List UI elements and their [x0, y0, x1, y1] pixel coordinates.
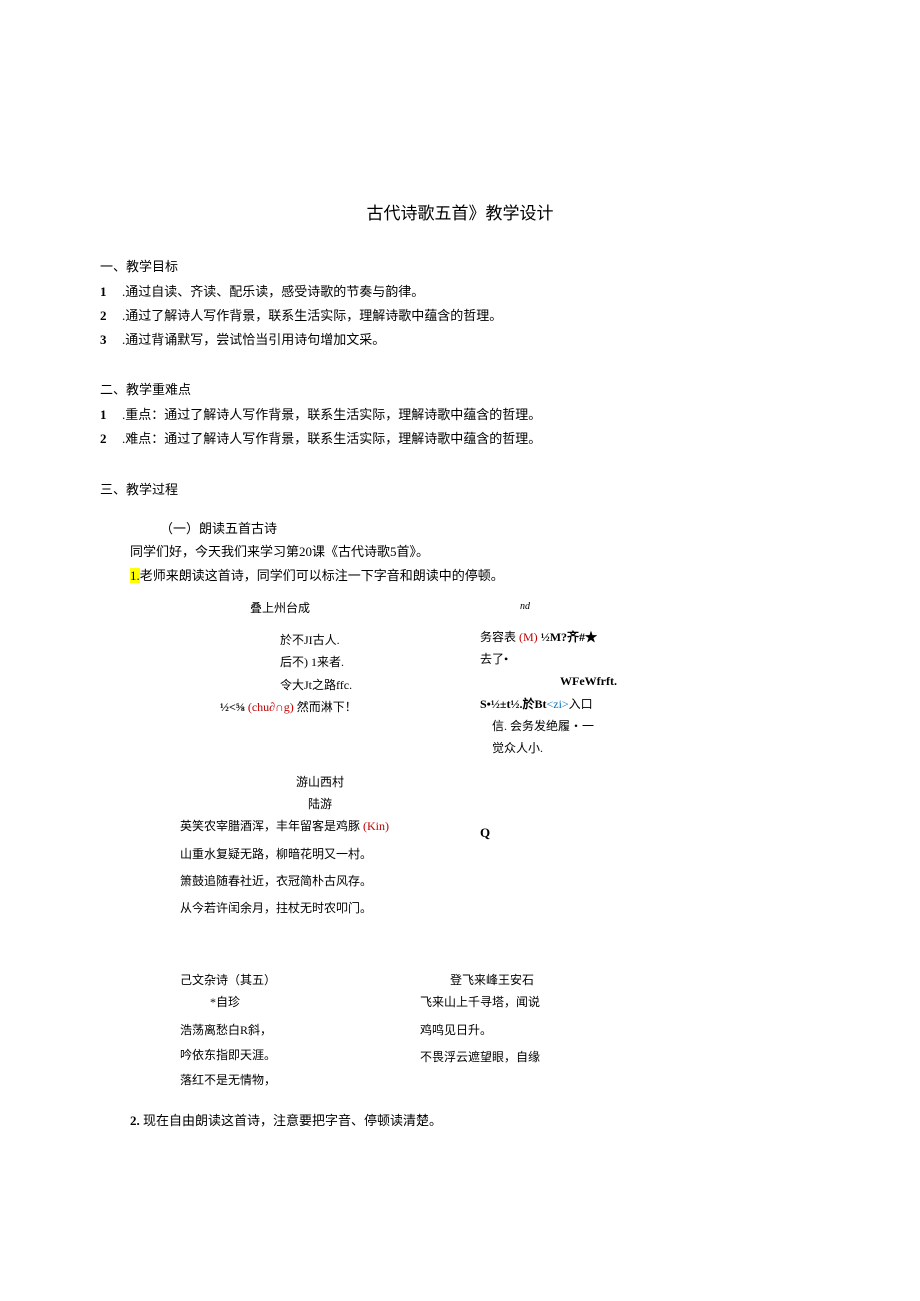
num: 1	[100, 282, 114, 303]
num: 1	[100, 405, 114, 426]
s2-item-2: 2 .难点：通过了解诗人写作背景，联系生活实际，理解诗歌中蕴含的哲理。	[100, 429, 820, 450]
poem-b-nd: nd	[480, 599, 680, 615]
poem-b-l4: S•½±t½.於Bt<zi>入口	[480, 695, 680, 714]
poem-d: 己文杂诗（其五） *自珍 浩荡离愁白R斜， 吟依东指即天涯。 落红不是无情物，	[180, 971, 340, 1093]
text: .重点：通过了解诗人写作背景，联系生活实际，理解诗歌中蕴含的哲理。	[122, 405, 541, 426]
poem-a-l1: 於不JI古人.	[220, 631, 420, 650]
poem-e-l2: 鸡鸣见日升。	[420, 1021, 620, 1040]
text: .通过背诵默写，尝试恰当引用诗句增加文采。	[122, 330, 385, 351]
text: .难点：通过了解诗人写作背景，联系生活实际，理解诗歌中蕴含的哲理。	[122, 429, 541, 450]
p2: 1.老师来朗读这首诗，同学们可以标注一下字音和朗读中的停顿。	[100, 566, 820, 587]
poem-c: 游山西村 陆游 英笑农宰腊酒浑，丰年留客是鸡豚 (Kin) 山重水复疑无路，柳暗…	[180, 773, 460, 921]
poems-row-3: 己文杂诗（其五） *自珍 浩荡离愁白R斜， 吟依东指即天涯。 落红不是无情物， …	[100, 971, 820, 1093]
poem-c-title: 游山西村	[180, 773, 460, 792]
s1-item-2: 2 .通过了解诗人写作背景，联系生活实际，理解诗歌中蕴含的哲理。	[100, 306, 820, 327]
poem-a-l4: ½<⅝ (chu∂∩g) 然而淋下！	[220, 698, 420, 717]
num: 2	[100, 429, 114, 450]
poem-c-l2: 山重水复疑无路，柳暗花明又一村。	[180, 845, 460, 864]
poem-e: 登飞来峰王安石 飞来山上千寻塔，闻说 鸡鸣见日升。 不畏浮云遮望眼，自缘	[420, 971, 620, 1093]
r: (Kin)	[363, 819, 389, 833]
poem-b-l5: 信. 会务发绝履・一	[480, 717, 680, 736]
poem-b-l2: 去了•	[480, 650, 680, 669]
suffix: 然而淋下！	[294, 700, 357, 714]
footnote: 2. 现在自由朗读这首诗，注意要把字音、停顿读清楚。	[100, 1111, 820, 1132]
num: 2	[100, 306, 114, 327]
section-1-heading: 一、教学目标	[100, 257, 820, 278]
s1-item-3: 3 .通过背诵默写，尝试恰当引用诗句增加文采。	[100, 330, 820, 351]
a: 务容表	[480, 630, 519, 644]
fn-text: 现在自由朗读这首诗，注意要把字音、停顿读清楚。	[143, 1113, 442, 1128]
text: .通过自读、齐读、配乐读，感受诗歌的节奏与韵律。	[122, 282, 424, 303]
poems-row-2: 游山西村 陆游 英笑农宰腊酒浑，丰年留客是鸡豚 (Kin) 山重水复疑无路，柳暗…	[100, 773, 820, 921]
poem-e-l1: 飞来山上千寻塔，闻说	[420, 993, 620, 1012]
text: .通过了解诗人写作背景，联系生活实际，理解诗歌中蕴含的哲理。	[122, 306, 502, 327]
r: (M)	[519, 630, 538, 644]
poem-d-l2: 吟依东指即天涯。	[180, 1046, 340, 1065]
poem-d-author: *自珍	[180, 993, 340, 1012]
s1-item-1: 1 .通过自读、齐读、配乐读，感受诗歌的节奏与韵律。	[100, 282, 820, 303]
z: <zi>	[546, 697, 568, 711]
poem-b-l3: WFeWfrft.	[480, 672, 680, 691]
poems-row-1: 叠上州台成 於不JI古人. 后不) 1来者. 令大Jt之路ffc. ½<⅝ (c…	[100, 599, 820, 761]
poem-b-l6: 觉众人小.	[480, 739, 680, 758]
poem-d-l3: 落红不是无情物，	[180, 1071, 340, 1090]
a: S•½±t½.於Bt	[480, 697, 546, 711]
poem-c-l3: 箫鼓追随春社近，衣冠简朴古风存。	[180, 872, 460, 891]
poem-c-l1: 英笑农宰腊酒浑，丰年留客是鸡豚 (Kin)	[180, 817, 460, 836]
poem-a: 叠上州台成 於不JI古人. 后不) 1来者. 令大Jt之路ffc. ½<⅝ (c…	[220, 599, 420, 761]
poem-b: nd 务容表 (M) ½M?齐#★ 去了• WFeWfrft. S•½±t½.於…	[480, 599, 680, 761]
hl-num: 1.	[130, 568, 140, 583]
p1: 同学们好，今天我们来学习第20课《古代诗歌5首》。	[100, 542, 820, 563]
poem-a-title: 叠上州台成	[220, 599, 420, 618]
a: 英笑农宰腊酒浑，丰年留客是鸡豚	[180, 819, 363, 833]
poem-d-title: 己文杂诗（其五）	[180, 971, 340, 990]
s2-item-1: 1 .重点：通过了解诗人写作背景，联系生活实际，理解诗歌中蕴含的哲理。	[100, 405, 820, 426]
poem-e-title: 登飞来峰王安石	[420, 971, 620, 990]
poem-d-l1: 浩荡离愁白R斜，	[180, 1021, 340, 1040]
doc-title: 古代诗歌五首》教学设计	[100, 200, 820, 227]
poem-b-l1: 务容表 (M) ½M?齐#★	[480, 628, 680, 647]
section-2-heading: 二、教学重难点	[100, 380, 820, 401]
sub-title-1: （一）朗读五首古诗	[100, 519, 820, 540]
num: 3	[100, 330, 114, 351]
b: ½M?齐#★	[538, 630, 597, 644]
q-mark: Q	[480, 823, 490, 921]
prefix: ½<⅝	[220, 700, 248, 714]
p2-text: 老师来朗读这首诗，同学们可以标注一下字音和朗读中的停顿。	[140, 568, 504, 583]
poem-c-author: 陆游	[180, 795, 460, 814]
fn-num: 2.	[130, 1113, 143, 1128]
poem-a-l3: 令大Jt之路ffc.	[220, 676, 420, 695]
pinyin: (chu∂∩g)	[248, 700, 294, 714]
poem-c-l4: 从今若许闰余月，拄杖无时农叩门。	[180, 899, 460, 918]
b: 入口	[569, 697, 593, 711]
section-3-heading: 三、教学过程	[100, 480, 820, 501]
poem-a-l2: 后不) 1来者.	[220, 653, 420, 672]
poem-e-l3: 不畏浮云遮望眼，自缘	[420, 1048, 620, 1067]
